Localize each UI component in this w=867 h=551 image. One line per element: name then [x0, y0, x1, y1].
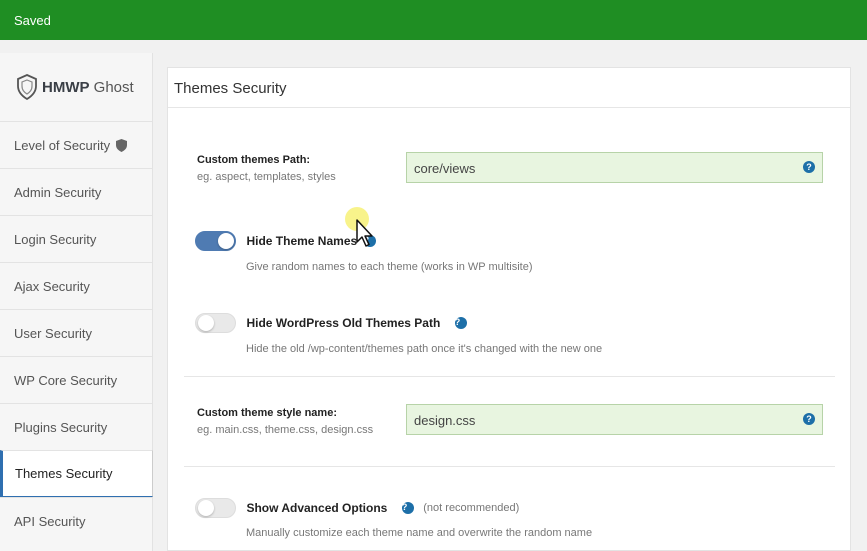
brand-light: Ghost	[93, 78, 134, 96]
sidebar-item-label: User Security	[14, 325, 93, 341]
brand-strong: HMWP	[42, 78, 90, 96]
style-name-label: Custom theme style name:	[197, 407, 337, 419]
panel-title: Themes Security	[168, 68, 850, 108]
hide-old-path-desc: Hide the old /wp-content/themes path onc…	[246, 343, 603, 355]
hide-theme-names-row: Hide Theme Names ? Give random names to …	[195, 231, 533, 273]
style-name-label-group: Custom theme style name: eg. main.css, t…	[197, 407, 373, 436]
sidebar-item-ajax-security[interactable]: Ajax Security	[0, 262, 152, 309]
style-name-input[interactable]: design.css ?	[406, 404, 823, 435]
not-recommended-note: (not recommended)	[423, 502, 520, 514]
notice-text: Saved	[14, 13, 51, 28]
themes-path-input[interactable]: core/views ?	[406, 152, 823, 183]
themes-path-value: core/views	[414, 161, 476, 176]
sidebar-item-login-security[interactable]: Login Security	[0, 215, 152, 262]
toggle-knob	[218, 233, 234, 249]
help-icon[interactable]: ?	[401, 502, 414, 514]
sidebar: HMWP Ghost Level of Security Admin Secur…	[0, 53, 153, 551]
themes-path-label-group: Custom themes Path: eg. aspect, template…	[197, 154, 336, 183]
advanced-options-label: Show Advanced Options	[246, 501, 388, 515]
advanced-options-desc: Manually customize each theme name and o…	[246, 527, 593, 539]
sidebar-item-label: Login Security	[14, 231, 97, 247]
sidebar-item-label: Admin Security	[14, 184, 102, 200]
sidebar-item-label: Level of Security	[14, 137, 111, 153]
toggle-knob	[198, 500, 214, 516]
help-icon[interactable]: ?	[363, 235, 376, 247]
help-icon[interactable]: ?	[803, 161, 815, 173]
ghost-shield-icon	[17, 74, 37, 100]
themes-path-label: Custom themes Path:	[197, 154, 311, 166]
hide-old-path-toggle[interactable]	[195, 313, 236, 333]
sidebar-item-api-security[interactable]: API Security	[0, 497, 152, 544]
brand-name: HMWP Ghost	[42, 79, 134, 96]
sidebar-item-level-of-security[interactable]: Level of Security	[0, 121, 152, 168]
brand-logo[interactable]: HMWP Ghost	[0, 53, 152, 121]
themes-security-panel: Themes Security Custom themes Path: eg. …	[167, 67, 851, 551]
sidebar-item-wp-core-security[interactable]: WP Core Security	[0, 356, 152, 403]
style-name-value: design.css	[414, 413, 476, 428]
style-name-hint: eg. main.css, theme.css, design.css	[197, 424, 374, 436]
hide-old-path-row: Hide WordPress Old Themes Path ? Hide th…	[195, 313, 602, 355]
sidebar-item-label: Themes Security	[15, 466, 113, 481]
sidebar-item-user-security[interactable]: User Security	[0, 309, 152, 356]
shield-icon	[116, 138, 128, 152]
sidebar-item-plugins-security[interactable]: Plugins Security	[0, 403, 152, 450]
hide-theme-names-label: Hide Theme Names	[246, 234, 358, 248]
hide-old-path-label: Hide WordPress Old Themes Path	[246, 316, 441, 330]
sidebar-item-label: Plugins Security	[14, 419, 108, 435]
hide-theme-names-desc: Give random names to each theme (works i…	[246, 261, 533, 273]
themes-path-hint: eg. aspect, templates, styles	[197, 171, 336, 183]
sidebar-item-themes-security[interactable]: Themes Security	[0, 450, 153, 497]
toggle-knob	[198, 315, 214, 331]
sidebar-item-admin-security[interactable]: Admin Security	[0, 168, 152, 215]
advanced-options-toggle[interactable]	[195, 498, 236, 518]
help-icon[interactable]: ?	[803, 413, 815, 425]
hide-theme-names-toggle[interactable]	[195, 231, 236, 251]
sidebar-item-label: WP Core Security	[14, 372, 118, 388]
saved-notice: Saved	[0, 0, 867, 40]
advanced-options-row: Show Advanced Options ? (not recommended…	[195, 498, 592, 539]
divider	[184, 376, 835, 377]
sidebar-item-label: Ajax Security	[14, 278, 90, 294]
help-icon[interactable]: ?	[454, 317, 467, 329]
sidebar-item-label: API Security	[14, 513, 86, 529]
divider	[184, 466, 835, 467]
